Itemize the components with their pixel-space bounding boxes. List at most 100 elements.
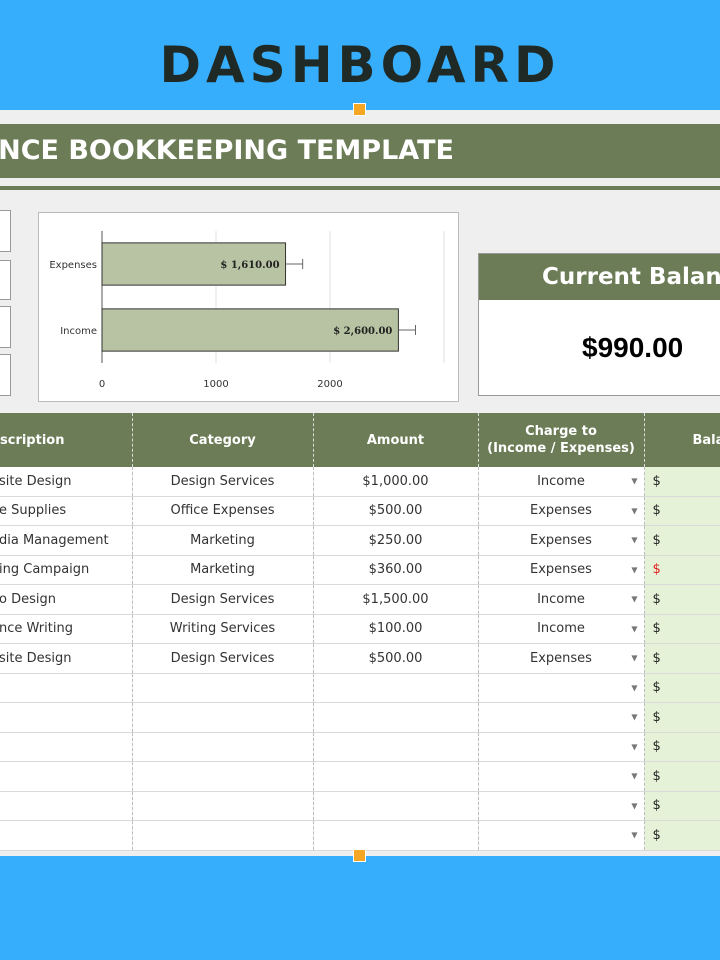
transactions-table: scription Category Amount Charge to (Inc…: [0, 413, 720, 851]
cell-category[interactable]: Design Services: [132, 584, 314, 615]
cell-category[interactable]: Marketing: [132, 555, 314, 585]
cell-description[interactable]: [0, 820, 133, 851]
cell-amount[interactable]: $1,500.00: [313, 584, 479, 615]
cell-balance: $: [644, 555, 720, 585]
cell-description[interactable]: nce Writing: [0, 614, 133, 644]
table-row: site Design Design Services $1,000.00 Incom…: [0, 467, 720, 497]
cell-charge-to[interactable]: Expenses ▼: [478, 555, 645, 585]
cell-category[interactable]: [132, 791, 314, 821]
cell-amount[interactable]: $500.00: [313, 496, 479, 526]
cell-description[interactable]: site Design: [0, 467, 133, 497]
cell-category[interactable]: Design Services: [132, 643, 314, 674]
selection-handle-top[interactable]: [353, 103, 366, 116]
cell-description[interactable]: o Design: [0, 584, 133, 615]
cell-charge-to[interactable]: Income ▼: [478, 614, 645, 644]
cell-charge-to-text: Expenses: [530, 562, 592, 578]
dropdown-arrow-icon[interactable]: ▼: [631, 624, 637, 633]
cell-amount[interactable]: $360.00: [313, 555, 479, 585]
cell-amount[interactable]: [313, 673, 479, 703]
chart-svg: 0 1000 2000 Expenses $ 1,610.00 Income $ 2,600…: [49, 231, 445, 390]
dropdown-arrow-icon[interactable]: ▼: [631, 831, 637, 840]
filter-box[interactable]: [0, 260, 11, 300]
cell-charge-to[interactable]: Income ▼: [478, 467, 645, 497]
dropdown-arrow-icon[interactable]: ▼: [631, 801, 637, 810]
table-row: o Design Design Services $1,500.00 Income ▼ $: [0, 584, 720, 615]
cell-charge-to[interactable]: Expenses ▼: [478, 525, 645, 556]
cell-charge-to[interactable]: ▼: [478, 761, 645, 792]
selection-handle-bottom[interactable]: [353, 849, 366, 862]
cell-amount[interactable]: [313, 702, 479, 733]
cell-description[interactable]: [0, 673, 133, 703]
chart-tick-label: 0: [99, 379, 105, 390]
cell-description[interactable]: [0, 791, 133, 821]
dropdown-arrow-icon[interactable]: ▼: [631, 536, 637, 545]
cell-charge-to[interactable]: ▼: [478, 791, 645, 821]
table-row: ▼ $: [0, 791, 720, 821]
balance-dollar-sign: $: [652, 768, 661, 784]
cell-charge-to[interactable]: ▼: [478, 732, 645, 762]
cell-charge-to[interactable]: ▼: [478, 673, 645, 703]
balance-dollar-sign: $: [652, 532, 661, 548]
cell-amount[interactable]: $100.00: [313, 614, 479, 644]
dropdown-arrow-icon[interactable]: ▼: [631, 595, 637, 604]
cell-category[interactable]: [132, 673, 314, 703]
current-balance-value: $990.00: [582, 332, 684, 363]
dropdown-arrow-icon[interactable]: ▼: [631, 772, 637, 781]
cell-description[interactable]: site Design: [0, 643, 133, 674]
filter-box[interactable]: [0, 354, 11, 396]
dropdown-arrow-icon[interactable]: ▼: [631, 477, 637, 486]
table-row: ing Campaign Marketing $360.00 Expenses ▼ $: [0, 555, 720, 585]
cell-amount[interactable]: [313, 761, 479, 792]
cell-category[interactable]: [132, 732, 314, 762]
cell-description[interactable]: [0, 761, 133, 792]
filter-dropdown[interactable]: [0, 210, 11, 252]
cell-balance: $: [644, 702, 720, 733]
cell-amount[interactable]: [313, 820, 479, 851]
cell-category[interactable]: Marketing: [132, 525, 314, 556]
page-title: DASHBOARD: [159, 36, 561, 94]
cell-amount[interactable]: $500.00: [313, 643, 479, 674]
dropdown-arrow-icon[interactable]: ▼: [631, 654, 637, 663]
filter-box[interactable]: [0, 306, 11, 348]
cell-category[interactable]: Office Expenses: [132, 496, 314, 526]
cell-description-text: nce Writing: [0, 621, 73, 637]
cell-description-text: dia Management: [0, 532, 109, 548]
balance-dollar-sign: $: [652, 562, 661, 578]
chart-tick-label: 2000: [317, 379, 342, 390]
dropdown-arrow-icon[interactable]: ▼: [631, 742, 637, 751]
dropdown-arrow-icon[interactable]: ▼: [631, 565, 637, 574]
cell-charge-to-text: Expenses: [530, 503, 592, 519]
cell-amount[interactable]: $1,000.00: [313, 467, 479, 497]
cell-amount[interactable]: $250.00: [313, 525, 479, 556]
dropdown-arrow-icon[interactable]: ▼: [631, 713, 637, 722]
cell-description[interactable]: [0, 732, 133, 762]
cell-description[interactable]: dia Management: [0, 525, 133, 556]
cell-amount[interactable]: [313, 732, 479, 762]
dropdown-arrow-icon[interactable]: ▼: [631, 506, 637, 515]
cell-category[interactable]: [132, 820, 314, 851]
cell-description[interactable]: ing Campaign: [0, 555, 133, 585]
cell-category[interactable]: [132, 702, 314, 733]
dropdown-arrow-icon[interactable]: ▼: [631, 683, 637, 692]
cell-description[interactable]: e Supplies: [0, 496, 133, 526]
cell-charge-to[interactable]: ▼: [478, 702, 645, 733]
income-expense-chart: 0 1000 2000 Expenses $ 1,610.00 Income $ 2,600…: [38, 212, 459, 402]
table-row: ▼ $: [0, 673, 720, 703]
header-balance: Bala: [644, 413, 720, 467]
cell-description[interactable]: [0, 702, 133, 733]
table-row: site Design Design Services $500.00 Expense…: [0, 643, 720, 674]
cell-amount-text: $1,500.00: [362, 591, 429, 607]
cell-amount[interactable]: [313, 791, 479, 821]
cell-balance: $: [644, 673, 720, 703]
cell-charge-to[interactable]: ▼: [478, 820, 645, 851]
table-body: site Design Design Services $1,000.00 Incom…: [0, 467, 720, 851]
cell-charge-to-text: Expenses: [530, 650, 592, 666]
cell-charge-to[interactable]: Expenses ▼: [478, 496, 645, 526]
cell-category[interactable]: [132, 761, 314, 792]
cell-charge-to[interactable]: Income ▼: [478, 584, 645, 615]
cell-charge-to[interactable]: Expenses ▼: [478, 643, 645, 674]
cell-category[interactable]: Writing Services: [132, 614, 314, 644]
balance-dollar-sign: $: [652, 503, 661, 519]
cell-category[interactable]: Design Services: [132, 467, 314, 497]
banner-underline: [0, 186, 720, 190]
